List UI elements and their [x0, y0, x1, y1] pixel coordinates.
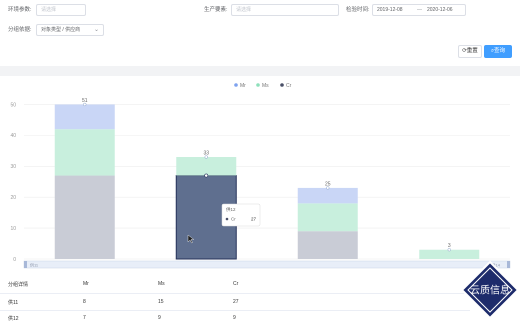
group-by-value: 对象类型 / 供应商: [41, 27, 81, 33]
bar-cr-0: [54, 175, 115, 259]
legend-label-ms: Ms: [262, 83, 269, 89]
tooltip-series-name: Cr: [231, 217, 236, 222]
bar-ms-0: [54, 129, 115, 176]
y-tick-label: 20: [10, 195, 16, 201]
row-mr: 7: [83, 315, 86, 321]
details-header-mr: Mr: [83, 281, 89, 287]
details-divider: [0, 293, 470, 294]
production-factor-label: 生产要素:: [204, 7, 228, 13]
legend-marker-ms: [256, 83, 260, 87]
legend-marker-mr: [234, 83, 238, 87]
bar-top-marker: [326, 186, 330, 190]
data-zoom-slider: [23, 260, 511, 269]
y-tick-label: 30: [10, 164, 16, 170]
env-param-select[interactable]: 请选择: [36, 4, 86, 16]
highlight-point: [204, 173, 209, 178]
row-ms: 9: [158, 315, 161, 321]
group-by-select[interactable]: 对象类型 / 供应商 ⌄: [36, 24, 104, 36]
tooltip-series-marker: [225, 217, 229, 221]
bar-ms-2: [297, 203, 358, 232]
legend-label-mr: Mr: [240, 83, 246, 89]
row-cr: 9: [233, 315, 236, 321]
bar-ms-1: [176, 157, 237, 176]
details-divider: [0, 310, 470, 311]
reset-button[interactable]: ⟳重置: [458, 45, 482, 58]
stacked-bar-chart: 50403020100MrMsCr51供1133供1225供133供14供12C…: [10, 83, 511, 269]
chevron-down-icon: ⌄: [93, 27, 99, 33]
bar-top-marker: [447, 248, 451, 252]
filter-row-1: 环境参数: 请选择 生产要素: 请选择 检验时间: 2019-12-08 — 2…: [0, 2, 520, 22]
legend-marker-cr: [280, 83, 284, 87]
production-factor-select[interactable]: 请选择: [231, 4, 339, 16]
row-cr: 27: [233, 299, 239, 305]
details-header-ms: Ms: [158, 281, 165, 287]
env-param-label: 环境参数:: [8, 7, 32, 13]
date-end: 2020-12-06: [427, 7, 453, 13]
details-header-cr: Cr: [233, 281, 239, 287]
date-separator: —: [417, 7, 422, 13]
bar-mr-0: [54, 104, 115, 130]
row-mr: 8: [83, 299, 86, 305]
bar-top-marker: [83, 102, 87, 107]
date-range-picker[interactable]: 2019-12-08 — 2020-12-06: [372, 4, 466, 16]
brand-watermark-logo: 云质信息: [460, 260, 520, 320]
legend-label-cr: Cr: [286, 83, 292, 89]
watermark-text: 云质信息: [470, 284, 510, 297]
row-ms: 15: [158, 299, 164, 305]
y-tick-label: 50: [10, 102, 16, 108]
bar-cr-2: [297, 231, 358, 259]
inspect-time-label: 检验时间:: [346, 7, 370, 13]
query-button[interactable]: ⌕查询: [484, 45, 512, 58]
slider-handle-left: [24, 261, 27, 268]
group-by-label: 分组依据:: [8, 27, 32, 33]
section-divider: [0, 66, 520, 76]
filter-row-2: 分组依据: 对象类型 / 供应商 ⌄: [0, 23, 520, 43]
date-start: 2019-12-08: [377, 7, 403, 13]
details-header-group: 分组详情: [8, 282, 29, 288]
row-group: 供12: [8, 316, 19, 322]
bar-mr-2: [297, 187, 358, 204]
y-tick-label: 40: [10, 133, 16, 139]
y-tick-label: 10: [10, 226, 16, 232]
tooltip-title: 供12: [226, 206, 236, 213]
tooltip-value: 27: [251, 217, 257, 222]
bar-top-marker: [204, 155, 208, 159]
row-group: 供11: [8, 300, 19, 306]
slider-start-label: 供11: [30, 262, 39, 268]
y-tick-label: 0: [13, 257, 16, 263]
